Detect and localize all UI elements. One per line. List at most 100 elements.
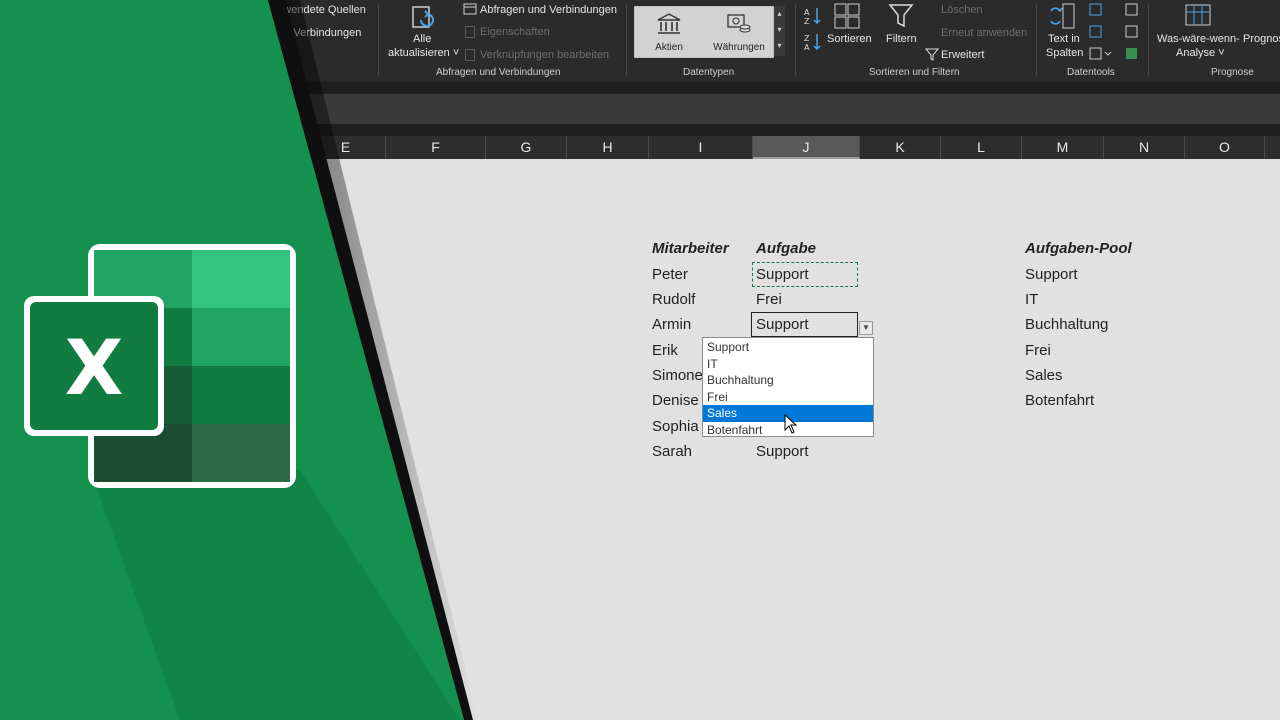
column-header-o[interactable]: O <box>1185 136 1265 159</box>
svg-text:A: A <box>804 8 810 17</box>
currencies-label: Währungen <box>713 42 765 53</box>
advanced-filter-icon <box>925 48 939 61</box>
pool-item[interactable]: Sales <box>1025 365 1063 387</box>
svg-text:A: A <box>804 43 810 52</box>
employee-cell[interactable]: Armin <box>652 314 691 336</box>
what-if-analysis-button-label2[interactable]: Analyse ˅ <box>1176 47 1225 59</box>
ribbon-separator <box>1036 4 1037 76</box>
remove-duplicates-icon[interactable] <box>1089 25 1102 38</box>
column-header-l[interactable]: L <box>941 136 1022 159</box>
employee-cell[interactable]: Sophia <box>652 416 702 438</box>
header-employee[interactable]: Mitarbeiter <box>652 238 729 260</box>
pool-header[interactable]: Aufgaben-Pool <box>1025 238 1132 260</box>
sort-icon <box>834 3 860 31</box>
column-header-n[interactable]: N <box>1104 136 1185 159</box>
what-if-analysis-button[interactable]: Was-wäre-wenn- <box>1157 33 1240 45</box>
refresh-all-button[interactable]: Alle <box>413 33 431 45</box>
sort-ascending-icon[interactable]: AZ <box>804 6 822 26</box>
group-label-queries: Abfragen und Verbindungen <box>436 67 561 78</box>
currencies-button[interactable]: Währungen <box>705 7 773 57</box>
header-task[interactable]: Aufgabe <box>756 238 816 260</box>
used-sources-button[interactable]: verwendete Quellen <box>268 4 366 16</box>
gridline <box>386 159 387 720</box>
existing-connections-button[interactable]: ene Verbindungen <box>272 27 361 39</box>
pool-item[interactable]: Botenfahrt <box>1025 390 1094 412</box>
text-to-columns-button-label2[interactable]: Spalten <box>1046 47 1083 59</box>
svg-text:Z: Z <box>804 17 810 26</box>
gridline <box>1185 159 1186 720</box>
task-cell[interactable]: Frei <box>756 289 782 311</box>
gridline <box>753 159 754 720</box>
formula-bar-area <box>0 82 1280 136</box>
formula-input[interactable] <box>300 94 1280 124</box>
column-header-i[interactable]: I <box>649 136 753 159</box>
forecast-sheet-button[interactable]: Prognos <box>1243 33 1280 45</box>
copy-marquee <box>752 262 858 287</box>
pool-item[interactable]: Support <box>1025 264 1078 286</box>
consolidate-icon[interactable] <box>1125 3 1138 16</box>
employee-cell[interactable]: Denise <box>652 390 702 412</box>
flash-fill-icon[interactable] <box>1089 3 1102 16</box>
sort-descending-icon[interactable]: ZA <box>804 32 822 52</box>
data-validation-icon[interactable] <box>1089 47 1113 60</box>
column-header-e[interactable]: E <box>306 136 386 159</box>
column-header-h[interactable]: H <box>567 136 649 159</box>
column-header-m[interactable]: M <box>1022 136 1104 159</box>
ribbon-separator <box>626 4 627 76</box>
gridline <box>860 159 861 720</box>
what-if-analysis-icon <box>1184 3 1212 31</box>
ribbon-separator <box>1148 4 1149 76</box>
stocks-icon <box>657 13 681 34</box>
gridline <box>1022 159 1023 720</box>
employee-cell[interactable]: Simone <box>652 365 702 387</box>
filter-icon <box>888 3 914 29</box>
sort-button[interactable]: Sortieren <box>827 33 872 45</box>
properties-icon <box>465 26 475 38</box>
employee-cell[interactable]: Sarah <box>652 441 692 463</box>
task-cell[interactable]: Support <box>756 441 809 463</box>
dropdown-option[interactable]: IT <box>703 356 873 373</box>
stocks-label: Aktien <box>655 42 683 53</box>
filter-button[interactable]: Filtern <box>886 33 917 45</box>
pool-item[interactable]: Frei <box>1025 340 1051 362</box>
relationships-icon[interactable] <box>1125 25 1138 38</box>
dropdown-option[interactable]: Support <box>703 339 873 356</box>
svg-text:Z: Z <box>804 34 810 43</box>
reapply-button[interactable]: Erneut anwenden <box>941 27 1027 39</box>
currencies-icon <box>727 14 751 33</box>
gridline <box>1266 159 1267 720</box>
ribbon-separator <box>378 4 379 76</box>
ribbon: verwendete Quellen ene Verbindungen Alle… <box>0 0 1280 82</box>
dropdown-option[interactable]: Buchhaltung <box>703 372 873 389</box>
dropdown-arrow-button[interactable]: ▼ <box>859 321 873 335</box>
refresh-all-icon <box>409 4 437 32</box>
active-cell-border <box>751 312 858 337</box>
column-header-k[interactable]: K <box>860 136 941 159</box>
text-to-columns-button[interactable]: Text in <box>1048 33 1080 45</box>
column-header-f[interactable]: F <box>386 136 486 159</box>
gridline <box>649 159 650 720</box>
group-label-forecast: Prognose <box>1211 67 1254 78</box>
mouse-pointer-icon <box>784 413 798 439</box>
queries-connections-icon <box>463 3 477 15</box>
excel-logo-letter: X <box>65 323 124 412</box>
refresh-all-button-label2[interactable]: aktualisieren ˅ <box>388 47 459 59</box>
column-header-j[interactable]: J <box>753 136 860 159</box>
datatype-gallery-scroll[interactable]: ▴ ▾ ▾ <box>774 6 785 56</box>
clear-button[interactable]: Löschen <box>941 4 983 16</box>
dropdown-option[interactable]: Frei <box>703 389 873 406</box>
pool-item[interactable]: IT <box>1025 289 1038 311</box>
text-to-columns-icon <box>1048 3 1076 31</box>
pool-item[interactable]: Buchhaltung <box>1025 314 1108 336</box>
properties-button[interactable]: Eigenschaften <box>480 26 550 38</box>
stocks-button[interactable]: Aktien <box>635 7 703 57</box>
queries-connections-button[interactable]: Abfragen und Verbindungen <box>480 4 617 16</box>
group-label-datatools: Datentools <box>1067 67 1115 78</box>
employee-cell[interactable]: Peter <box>652 264 688 286</box>
column-header-g[interactable]: G <box>486 136 567 159</box>
edit-links-button[interactable]: Verknüpfungen bearbeiten <box>480 49 609 61</box>
advanced-button[interactable]: Erweitert <box>941 49 984 61</box>
data-model-icon[interactable] <box>1125 47 1138 60</box>
employee-cell[interactable]: Rudolf <box>652 289 695 311</box>
employee-cell[interactable]: Erik <box>652 340 678 362</box>
